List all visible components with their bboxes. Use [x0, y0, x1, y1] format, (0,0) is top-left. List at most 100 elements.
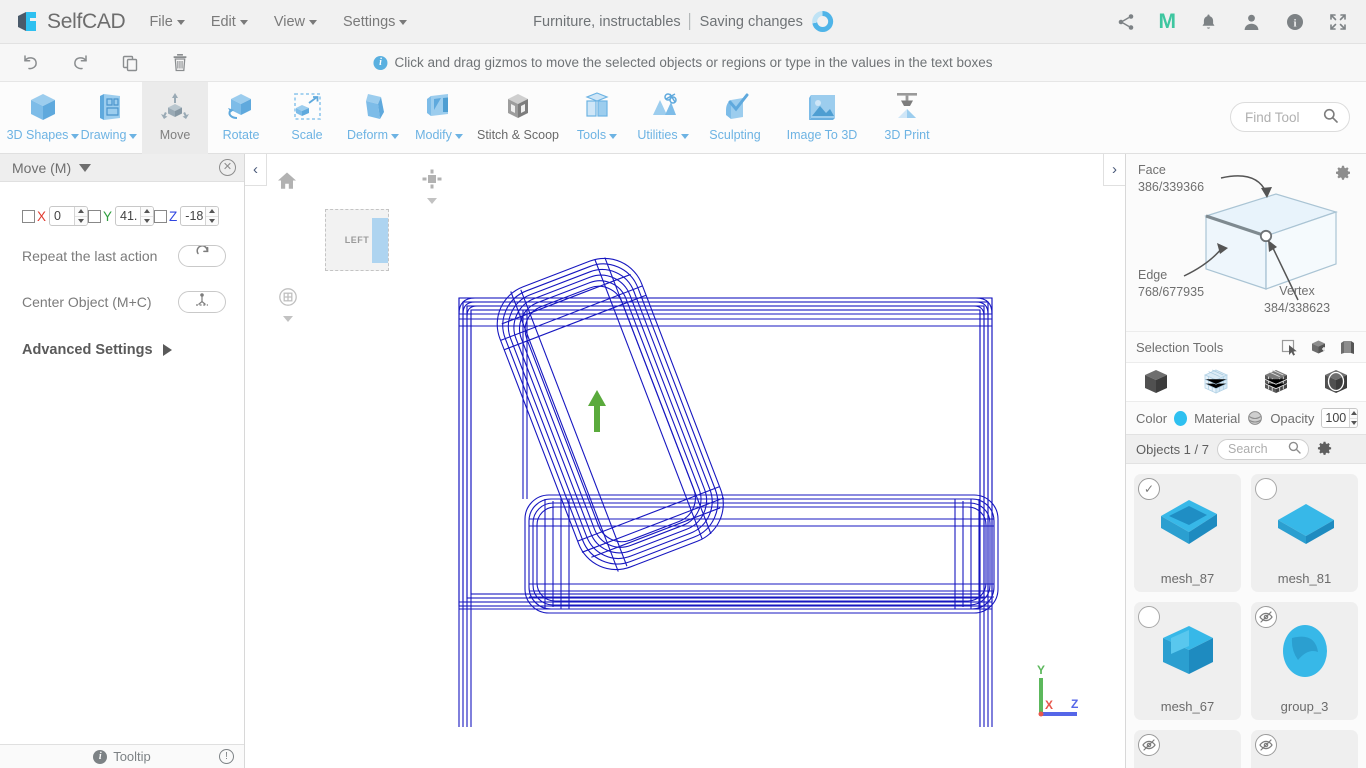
ribbon-item-utilities[interactable]: Utilities [630, 82, 696, 154]
axis-z-spin-buttons[interactable] [205, 207, 219, 226]
chevron-down-icon[interactable] [79, 163, 92, 172]
brand[interactable]: SelfCAD [0, 9, 126, 35]
checked-icon[interactable]: ✓ [1138, 478, 1160, 500]
find-tool-search[interactable]: Find Tool [1230, 102, 1350, 132]
saving-spinner-icon [811, 11, 833, 32]
axis-z-input[interactable] [181, 207, 206, 225]
object-card-terrain-1[interactable] [1134, 730, 1241, 768]
spin-up-icon[interactable] [75, 207, 88, 217]
axis-x-spin-buttons[interactable] [74, 207, 88, 226]
center-object-icon [194, 292, 210, 312]
unchecked-icon[interactable] [1138, 606, 1160, 628]
hidden-eye-icon[interactable] [1138, 734, 1160, 756]
ribbon-item-sculpting[interactable]: Sculpting [696, 82, 774, 154]
menu-view[interactable]: View [274, 14, 317, 30]
ribbon-item-move[interactable]: Move [142, 82, 208, 154]
help-toggle-icon[interactable]: ! [219, 749, 234, 764]
axis-y-input[interactable] [116, 207, 141, 225]
menu-settings[interactable]: Settings [343, 14, 408, 30]
axis-z-label: Z [169, 208, 178, 224]
axis-y-stepper[interactable] [115, 206, 155, 226]
center-object-button[interactable] [178, 291, 226, 313]
panel-header: Move (M) ✕ [0, 154, 244, 182]
axis-x-stepper[interactable] [49, 206, 89, 226]
ribbon-item-scale[interactable]: Scale [274, 82, 340, 154]
axis-z-stepper[interactable] [180, 206, 220, 226]
opacity-stepper[interactable] [1321, 408, 1358, 428]
face-mode-icon[interactable] [1261, 367, 1291, 397]
menu-edit[interactable]: Edit [211, 14, 248, 30]
chevron-down-icon [454, 133, 463, 139]
scale-icon [286, 88, 328, 126]
spin-up-icon[interactable] [206, 207, 219, 217]
bell-icon[interactable] [1198, 11, 1219, 32]
spin-down-icon[interactable] [1350, 419, 1357, 428]
opacity-input[interactable] [1322, 409, 1350, 427]
material-icon[interactable] [1247, 410, 1263, 426]
account-icon[interactable] [1241, 11, 1262, 32]
hidden-eye-icon[interactable] [1255, 606, 1277, 628]
object-card-mesh-81[interactable]: mesh_81 [1251, 474, 1358, 592]
ribbon-item-image-to-3d[interactable]: Image To 3D [774, 82, 870, 154]
add-select-icon[interactable] [1310, 339, 1327, 356]
gear-icon[interactable] [1317, 440, 1333, 459]
ribbon-label-stitch-scoop: Stitch & Scoop [477, 128, 559, 142]
copy-icon[interactable] [120, 53, 140, 73]
hidden-eye-icon[interactable] [1255, 734, 1277, 756]
spin-down-icon[interactable] [75, 217, 87, 226]
undo-icon[interactable] [20, 53, 40, 73]
object-card-terrain-2[interactable] [1251, 730, 1358, 768]
spin-up-icon[interactable] [141, 207, 154, 217]
axis-z-checkbox[interactable] [154, 209, 168, 223]
object-mode-icon[interactable] [1141, 367, 1171, 397]
objects-count-label: Objects 1 / 7 [1136, 441, 1209, 457]
ribbon-item-3d-shapes[interactable]: 3D Shapes [7, 82, 80, 154]
object-name: mesh_67 [1160, 699, 1215, 714]
ribbon-label-drawing: Drawing [80, 128, 127, 142]
vertex-mode-icon[interactable] [1201, 367, 1231, 397]
ribbon-item-drawing[interactable]: Drawing [76, 82, 142, 154]
advanced-settings-toggle[interactable]: Advanced Settings [0, 318, 244, 358]
ribbon-item-stitch-scoop[interactable]: Stitch & Scoop [472, 82, 564, 154]
objects-search-input[interactable]: Search [1216, 438, 1309, 460]
collapse-right-panel-button[interactable]: › [1103, 154, 1125, 186]
axis-y-spin-buttons[interactable] [140, 207, 154, 226]
wireframe-model[interactable] [245, 154, 1125, 727]
object-card-mesh-87[interactable]: ✓ mesh_87 [1134, 474, 1241, 592]
spin-down-icon[interactable] [206, 217, 218, 226]
unchecked-icon[interactable] [1255, 478, 1277, 500]
info-icon[interactable]: i [1284, 11, 1305, 32]
ribbon-label-move: Move [159, 128, 191, 142]
ribbon-item-modify[interactable]: Modify [406, 82, 472, 154]
color-swatch[interactable] [1174, 410, 1188, 426]
axis-group-y: Y [88, 206, 155, 226]
share-icon[interactable] [1116, 11, 1137, 32]
axis-x-checkbox[interactable] [22, 209, 35, 223]
spin-down-icon[interactable] [141, 217, 153, 226]
repeat-last-action-button[interactable] [178, 245, 226, 267]
fullscreen-icon[interactable] [1327, 11, 1348, 32]
vertex-label: Vertex [1279, 284, 1315, 298]
opacity-spin-buttons[interactable] [1349, 409, 1357, 427]
object-card-group-3[interactable]: group_3 [1251, 602, 1358, 720]
object-card-mesh-67[interactable]: mesh_67 [1134, 602, 1241, 720]
rect-select-icon[interactable] [1281, 339, 1298, 356]
tool-ribbon: 3D Shapes Drawing Move Rotate Scale Defo… [0, 82, 1366, 154]
ribbon-item-deform[interactable]: Deform [340, 82, 406, 154]
collapse-left-panel-button[interactable]: ‹ [245, 154, 267, 186]
3d-viewport[interactable]: ‹ › LEFT Y X Z [245, 154, 1125, 768]
m-logo-icon[interactable]: M [1159, 11, 1177, 32]
ribbon-item-3d-print[interactable]: 3D Print [870, 82, 944, 154]
move-icon [154, 88, 196, 126]
multi-select-icon[interactable] [1339, 339, 1356, 356]
redo-icon[interactable] [70, 53, 90, 73]
menu-file[interactable]: File [149, 14, 185, 30]
axis-y-checkbox[interactable] [88, 209, 102, 223]
edge-mode-icon[interactable] [1321, 367, 1351, 397]
ribbon-item-tools[interactable]: Tools [564, 82, 630, 154]
ribbon-item-rotate[interactable]: Rotate [208, 82, 274, 154]
delete-icon[interactable] [170, 53, 190, 73]
close-icon[interactable]: ✕ [219, 159, 236, 176]
axis-x-input[interactable] [50, 207, 75, 225]
spin-up-icon[interactable] [1350, 409, 1357, 419]
